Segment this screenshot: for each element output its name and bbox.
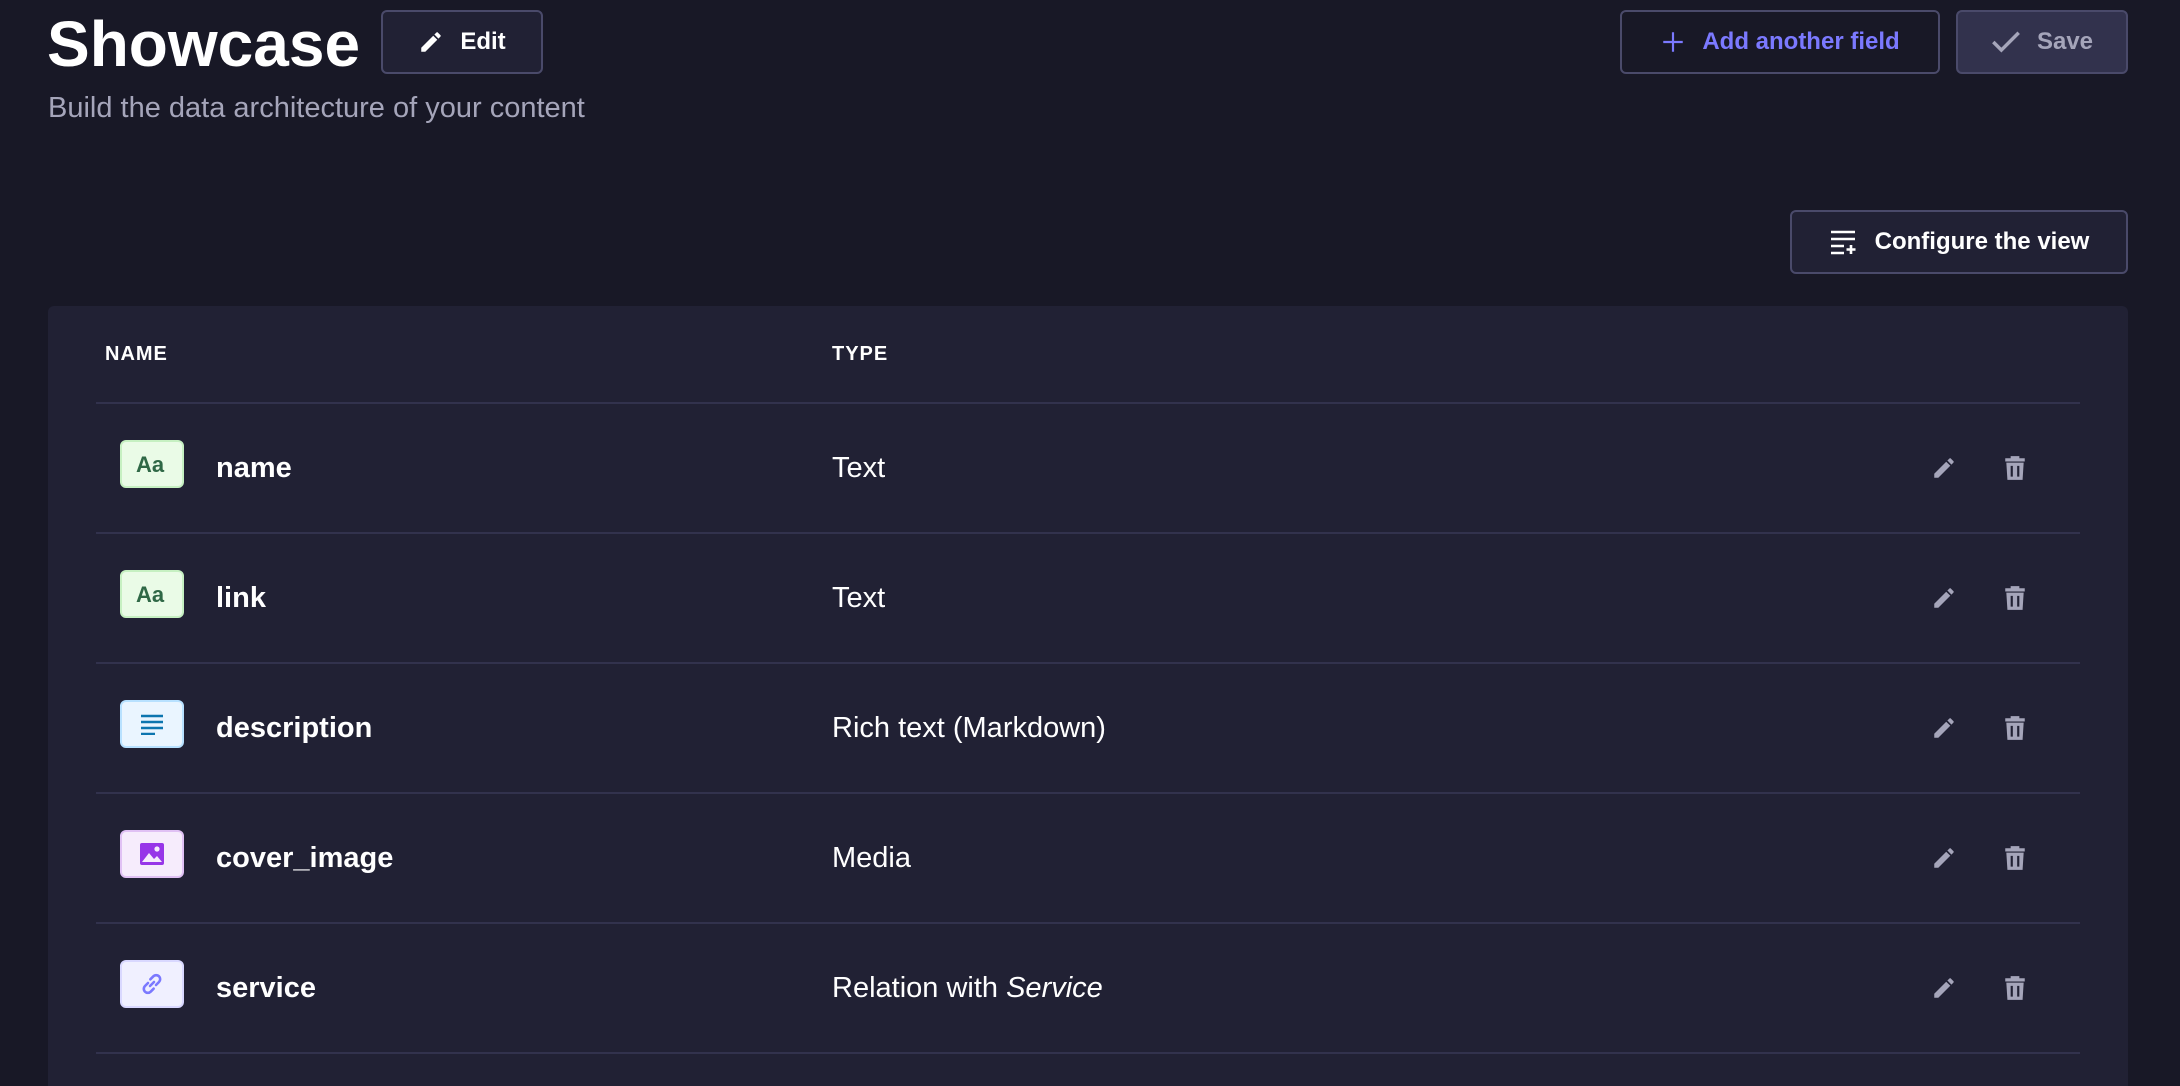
relation-icon bbox=[120, 960, 184, 1008]
field-type: Text bbox=[832, 582, 886, 614]
table-row: service Relation with Service bbox=[96, 922, 2080, 1052]
table-row: Aa link Text bbox=[96, 532, 2080, 662]
trash-icon bbox=[2005, 976, 2025, 1000]
table-row: Aa name Text bbox=[96, 402, 2080, 532]
trash-icon bbox=[2005, 716, 2025, 740]
page-subtitle: Build the data architecture of your cont… bbox=[48, 92, 585, 124]
svg-text:Aa: Aa bbox=[136, 582, 165, 606]
trash-icon bbox=[2005, 586, 2025, 610]
pencil-icon bbox=[1934, 718, 1954, 738]
list-settings-icon bbox=[1829, 229, 1859, 255]
field-name: description bbox=[216, 712, 373, 744]
richtext-icon bbox=[120, 700, 184, 748]
field-name: link bbox=[216, 582, 266, 614]
field-name: service bbox=[216, 972, 316, 1004]
relation-target: Service bbox=[1006, 972, 1103, 1004]
pencil-icon bbox=[418, 29, 444, 55]
delete-field-button[interactable] bbox=[1993, 836, 2037, 880]
save-button-label: Save bbox=[2036, 28, 2094, 55]
pencil-icon bbox=[1934, 458, 1954, 478]
edit-field-button[interactable] bbox=[1922, 706, 1966, 750]
page-title: Showcase bbox=[47, 8, 361, 80]
delete-field-button[interactable] bbox=[1993, 706, 2037, 750]
text-icon: Aa bbox=[120, 440, 184, 488]
edit-button-label: Edit bbox=[460, 28, 506, 55]
field-name: name bbox=[216, 452, 292, 484]
trash-icon bbox=[2005, 846, 2025, 870]
table-row: cover_image Media bbox=[96, 792, 2080, 922]
field-type: Relation with Service bbox=[832, 968, 1103, 1008]
field-type: Rich text (Markdown) bbox=[832, 712, 1106, 744]
content-type-builder-page: Showcase Edit Build the data architectur… bbox=[0, 0, 2180, 1086]
column-header-name: NAME bbox=[105, 343, 168, 365]
delete-field-button[interactable] bbox=[1993, 576, 2037, 620]
table-row-partial bbox=[96, 1052, 2080, 1086]
svg-text:Aa: Aa bbox=[136, 452, 165, 476]
field-type: Media bbox=[832, 842, 911, 874]
pencil-icon bbox=[1934, 848, 1954, 868]
edit-field-button[interactable] bbox=[1922, 576, 1966, 620]
save-button[interactable]: Save bbox=[1956, 10, 2128, 74]
pencil-icon bbox=[1934, 588, 1954, 608]
check-icon bbox=[1991, 29, 2021, 55]
text-icon: Aa bbox=[120, 570, 184, 618]
configure-view-button[interactable]: Configure the view bbox=[1790, 210, 2128, 274]
field-name: cover_image bbox=[216, 842, 394, 874]
edit-field-button[interactable] bbox=[1922, 966, 1966, 1010]
edit-field-button[interactable] bbox=[1922, 446, 1966, 490]
media-icon bbox=[120, 830, 184, 878]
delete-field-button[interactable] bbox=[1993, 446, 2037, 490]
pencil-icon bbox=[1934, 978, 1954, 998]
plus-icon bbox=[1660, 29, 1686, 55]
field-type-prefix: Relation with bbox=[832, 972, 999, 1004]
add-another-field-button[interactable]: Add another field bbox=[1620, 10, 1940, 74]
configure-view-label: Configure the view bbox=[1874, 228, 2090, 255]
field-type: Text bbox=[832, 452, 886, 484]
add-another-field-label: Add another field bbox=[1702, 28, 1900, 55]
table-row: description Rich text (Markdown) bbox=[96, 662, 2080, 792]
edit-button[interactable]: Edit bbox=[381, 10, 543, 74]
column-header-type: TYPE bbox=[832, 343, 889, 365]
edit-field-button[interactable] bbox=[1922, 836, 1966, 880]
trash-icon bbox=[2005, 456, 2025, 480]
delete-field-button[interactable] bbox=[1993, 966, 2037, 1010]
